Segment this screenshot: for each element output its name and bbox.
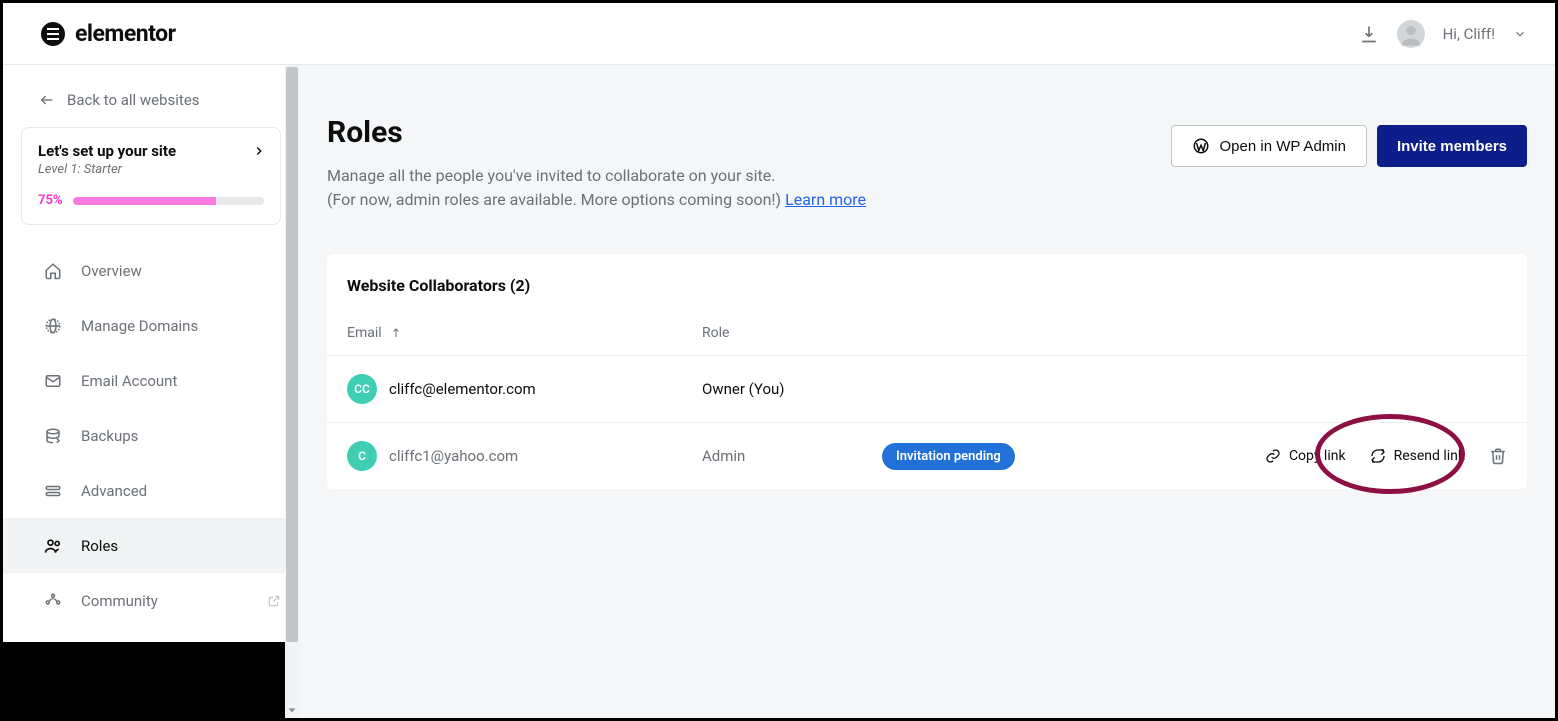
panel-title: Website Collaborators (2) <box>327 254 1527 311</box>
sidebar-item-label: Overview <box>81 262 142 280</box>
page-desc-2: (For now, admin roles are available. Mor… <box>327 190 785 209</box>
avatar-icon[interactable] <box>1397 20 1425 48</box>
sidebar-item-community[interactable]: Community <box>3 573 299 628</box>
back-to-websites-link[interactable]: Back to all websites <box>3 83 299 127</box>
table-header: Email Role <box>327 311 1527 356</box>
progress-bar <box>73 197 264 205</box>
sidebar-item-advanced[interactable]: Advanced <box>3 463 299 518</box>
trash-icon <box>1489 447 1507 465</box>
sidebar-item-backups[interactable]: Backups <box>3 408 299 463</box>
home-icon <box>43 261 63 281</box>
brand-name: elementor <box>75 20 176 47</box>
resend-link-button[interactable]: Resend link <box>1370 448 1465 464</box>
chevron-down-icon[interactable] <box>1513 27 1527 41</box>
scrollbar-thumb[interactable] <box>286 67 298 642</box>
external-link-icon <box>267 594 281 608</box>
user-avatar: CC <box>347 374 377 404</box>
sidebar-scrollbar[interactable] <box>285 65 299 718</box>
community-icon <box>43 591 63 611</box>
mail-icon <box>43 371 63 391</box>
open-wp-admin-button[interactable]: Open in WP Admin <box>1171 125 1367 167</box>
setup-title: Let's set up your site <box>38 142 264 160</box>
page-title: Roles <box>327 115 866 150</box>
nav: Overview Manage Domains Email Account Ba… <box>3 243 299 628</box>
copy-link-button[interactable]: Copy link <box>1265 448 1346 464</box>
sliders-icon <box>43 481 63 501</box>
delete-button[interactable] <box>1489 447 1507 465</box>
sidebar-item-roles[interactable]: Roles <box>3 518 299 573</box>
sidebar-item-label: Email Account <box>81 372 177 390</box>
column-email-label: Email <box>347 325 382 341</box>
table-row: C cliffc1@yahoo.com Admin Invitation pen… <box>327 423 1527 489</box>
learn-more-link[interactable]: Learn more <box>785 190 866 209</box>
invite-members-button[interactable]: Invite members <box>1377 125 1527 167</box>
sidebar-item-label: Community <box>81 592 158 610</box>
sidebar-item-label: Backups <box>81 427 138 445</box>
download-icon[interactable] <box>1359 24 1379 44</box>
backup-icon <box>43 426 63 446</box>
user-avatar: C <box>347 441 377 471</box>
setup-level: Level 1: Starter <box>38 162 264 177</box>
users-icon <box>43 536 63 556</box>
sort-up-icon <box>390 327 402 339</box>
collaborators-panel: Website Collaborators (2) Email Role CC … <box>327 254 1527 489</box>
wordpress-icon <box>1192 137 1210 155</box>
link-icon <box>1265 448 1281 464</box>
user-role: Admin <box>702 447 882 465</box>
sidebar-item-domains[interactable]: Manage Domains <box>3 298 299 353</box>
sidebar-item-label: Roles <box>81 537 118 555</box>
user-email: cliffc@elementor.com <box>389 380 536 398</box>
sidebar-item-label: Advanced <box>81 482 147 500</box>
scrollbar-down-arrow[interactable] <box>286 704 298 716</box>
resend-link-label: Resend link <box>1394 448 1465 464</box>
column-email[interactable]: Email <box>347 325 702 341</box>
setup-card[interactable]: Let's set up your site Level 1: Starter … <box>21 127 281 225</box>
arrow-left-icon <box>39 92 55 108</box>
progress-fill <box>73 197 217 205</box>
user-greeting[interactable]: Hi, Cliff! <box>1443 25 1495 43</box>
column-role[interactable]: Role <box>702 325 882 341</box>
refresh-icon <box>1370 448 1386 464</box>
progress-percent: 75% <box>38 193 63 208</box>
invite-label: Invite members <box>1397 138 1507 155</box>
sidebar-item-overview[interactable]: Overview <box>3 243 299 298</box>
copy-link-label: Copy link <box>1289 448 1346 464</box>
status-badge: Invitation pending <box>882 443 1015 470</box>
redacted-block <box>3 642 285 718</box>
globe-icon <box>43 316 63 336</box>
open-wp-label: Open in WP Admin <box>1220 138 1346 155</box>
brand-logo-icon <box>41 22 65 46</box>
main-content: Roles Manage all the people you've invit… <box>299 65 1555 718</box>
page-desc-1: Manage all the people you've invited to … <box>327 164 866 188</box>
top-bar: elementor Hi, Cliff! <box>3 3 1555 65</box>
sidebar-item-label: Manage Domains <box>81 317 198 335</box>
back-label: Back to all websites <box>67 91 200 109</box>
user-email: cliffc1@yahoo.com <box>389 447 518 465</box>
sidebar: Back to all websites Let's set up your s… <box>3 65 299 718</box>
user-role: Owner (You) <box>702 380 882 398</box>
brand[interactable]: elementor <box>41 20 176 47</box>
table-row: CC cliffc@elementor.com Owner (You) <box>327 356 1527 423</box>
chevron-right-icon <box>252 144 266 158</box>
sidebar-item-email[interactable]: Email Account <box>3 353 299 408</box>
